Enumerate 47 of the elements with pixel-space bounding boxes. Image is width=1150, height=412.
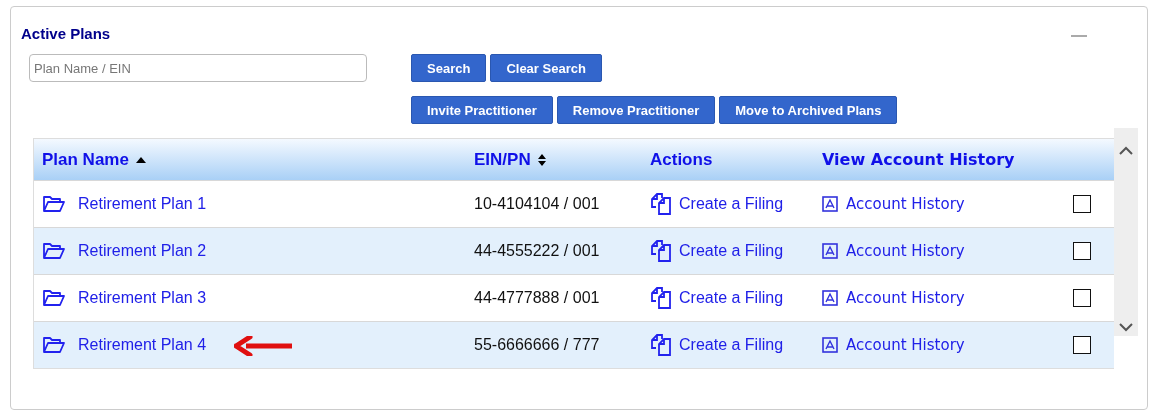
pdf-icon bbox=[822, 290, 838, 306]
folder-icon bbox=[42, 242, 66, 260]
move-to-archive-button[interactable]: Move to Archived Plans bbox=[719, 96, 898, 124]
scroll-down-icon[interactable] bbox=[1119, 323, 1133, 332]
create-filing-link[interactable]: Create a Filing bbox=[679, 289, 784, 307]
sort-icon[interactable] bbox=[536, 152, 547, 167]
search-button[interactable]: Search bbox=[411, 54, 487, 82]
plan-link[interactable]: Retirement Plan 3 bbox=[78, 289, 207, 307]
copy-icon bbox=[650, 334, 672, 356]
checkbox[interactable] bbox=[1073, 336, 1091, 354]
sort-ascending-icon[interactable] bbox=[134, 155, 147, 164]
invite-practitioner-button[interactable]: Invite Practitioner bbox=[411, 96, 553, 124]
pdf-icon bbox=[822, 337, 838, 353]
folder-icon bbox=[42, 336, 66, 354]
account-history-link[interactable]: Account History bbox=[846, 242, 965, 260]
column-header: Actions bbox=[650, 149, 713, 170]
remove-practitioner-button[interactable]: Remove Practitioner bbox=[556, 96, 716, 124]
plan-link[interactable]: Retirement Plan 1 bbox=[78, 195, 207, 213]
plan-link[interactable]: Retirement Plan 4 bbox=[78, 336, 207, 354]
scroll-up-icon[interactable] bbox=[1119, 146, 1133, 155]
column-header[interactable]: Plan Name bbox=[42, 149, 129, 170]
create-filing-link[interactable]: Create a Filing bbox=[679, 242, 784, 260]
column-header: View Account History bbox=[822, 150, 1015, 169]
ein-cell: 44-4777888 / 001 bbox=[474, 289, 600, 307]
checkbox[interactable] bbox=[1073, 195, 1091, 213]
pdf-icon bbox=[822, 196, 838, 212]
copy-icon bbox=[650, 193, 672, 215]
clear-search-button[interactable]: Clear Search bbox=[490, 54, 602, 82]
folder-icon bbox=[42, 195, 66, 213]
create-filing-link[interactable]: Create a Filing bbox=[679, 336, 784, 354]
create-filing-link[interactable]: Create a Filing bbox=[679, 195, 784, 213]
column-header[interactable]: EIN/PN bbox=[474, 149, 531, 170]
folder-icon bbox=[42, 289, 66, 307]
panel-title: Active Plans bbox=[21, 25, 111, 42]
pdf-icon bbox=[822, 243, 838, 259]
account-history-link[interactable]: Account History bbox=[846, 289, 965, 307]
plan-link[interactable]: Retirement Plan 2 bbox=[78, 242, 207, 260]
search-field[interactable]: Plan Name / EIN bbox=[29, 54, 367, 82]
checkbox[interactable] bbox=[1073, 289, 1091, 307]
ein-cell: 55-6666666 / 777 bbox=[474, 336, 600, 354]
ein-cell: 10-4104104 / 001 bbox=[474, 195, 600, 213]
copy-icon bbox=[650, 240, 672, 262]
checkbox[interactable] bbox=[1073, 242, 1091, 260]
copy-icon bbox=[650, 287, 672, 309]
account-history-link[interactable]: Account History bbox=[846, 336, 965, 354]
ein-cell: 44-4555222 / 001 bbox=[474, 242, 600, 260]
account-history-link[interactable]: Account History bbox=[846, 195, 965, 213]
